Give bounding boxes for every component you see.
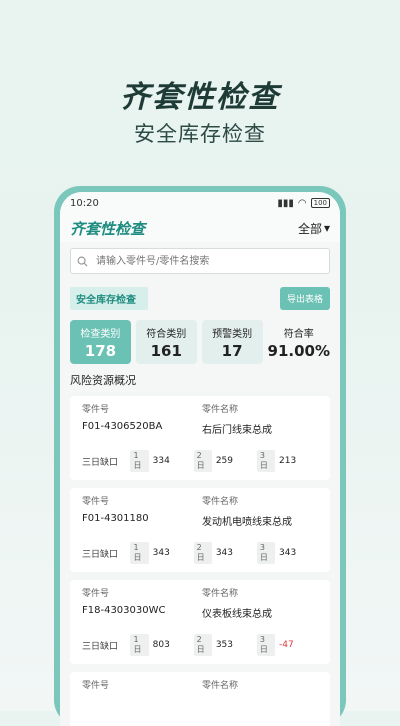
list-item[interactable]: 零件号 F18-4303030WC 零件名称 仪表板线束总成 三日缺口 1日 8…	[70, 580, 330, 664]
day2-value: 353	[215, 640, 234, 650]
gap-main-label: 三日缺口	[82, 549, 119, 560]
part-no-value: F01-4301180	[82, 513, 149, 524]
part-no-label: 零件号	[82, 497, 110, 507]
filter-dropdown[interactable]: 全部 ▾	[298, 220, 330, 237]
battery-icon: 100	[310, 198, 330, 208]
part-name-label: 零件名称	[202, 405, 239, 415]
promo-title: 齐套性检查	[120, 80, 280, 115]
stat-compliance-rate: 符合率 91.00%	[268, 320, 330, 364]
stat-label: 符合率	[283, 328, 314, 340]
stat-label: 检查类别	[80, 328, 121, 340]
list-item[interactable]: 零件号 F01-4306520BA 零件名称 右后门线束总成 三日缺口 1日 3…	[70, 396, 330, 480]
day2-tag: 2日	[193, 634, 212, 656]
search-input[interactable]	[94, 254, 298, 268]
search-icon	[77, 256, 88, 267]
stat-value: 91.00%	[267, 341, 331, 360]
stat-warning-categories[interactable]: 预警类别 17	[201, 320, 263, 364]
list-item[interactable]: 零件号 零件名称	[70, 672, 330, 726]
day1-tag: 1日	[130, 450, 149, 472]
app-screen: 10:20 ▮▮▮ ◠ 100 齐套性检查 全部 ▾ 安全库存检查 导出表格	[60, 192, 340, 726]
page-title: 齐套性检查	[70, 219, 146, 238]
stat-label: 预警类别	[212, 328, 253, 340]
stat-value: 178	[84, 341, 117, 360]
stat-compliant-categories[interactable]: 符合类别 161	[135, 320, 197, 364]
signal-icon: ▮▮▮	[277, 197, 294, 209]
part-no-label: 零件号	[82, 589, 110, 599]
app-header: 齐套性检查 全部 ▾	[60, 214, 340, 242]
gap-main-label: 三日缺口	[82, 641, 119, 652]
day3-value: -47	[279, 640, 294, 650]
gap-main-label: 三日缺口	[82, 457, 119, 468]
risk-section-title: 风险资源概况	[70, 374, 136, 387]
filter-label: 全部	[297, 221, 322, 236]
status-icons: ▮▮▮ ◠ 100	[277, 198, 330, 209]
export-button[interactable]: 导出表格	[279, 286, 330, 310]
stat-value: 161	[150, 341, 182, 360]
list-item[interactable]: 零件号 F01-4301180 零件名称 发动机电喷线束总成 三日缺口 1日 3…	[70, 488, 330, 572]
part-name-value: 仪表板线束总成	[202, 609, 272, 620]
day3-value: 213	[279, 456, 297, 466]
status-bar: 10:20 ▮▮▮ ◠ 100	[60, 192, 340, 214]
part-no-label: 零件号	[82, 681, 110, 691]
section-label: 安全库存检查	[70, 286, 148, 310]
stats-row: 检查类别 178 符合类别 161 预警类别 17 符合率 91.00%	[60, 320, 340, 364]
day3-value: 343	[279, 548, 297, 558]
phone-frame: 10:20 ▮▮▮ ◠ 100 齐套性检查 全部 ▾ 安全库存检查 导出表格	[54, 186, 346, 726]
day1-tag: 1日	[130, 542, 149, 564]
day3-tag: 3日	[256, 450, 276, 472]
day2-value: 343	[215, 548, 234, 558]
caret-down-icon: ▾	[323, 221, 330, 235]
part-no-label: 零件号	[82, 405, 110, 415]
day1-value: 334	[152, 456, 170, 466]
gap-row: 三日缺口 1日 343 2日 343 3日 343	[82, 542, 320, 564]
stat-value: 17	[221, 341, 243, 360]
part-no-value: F01-4306520BA	[82, 421, 163, 432]
promo-subtitle: 安全库存检查	[134, 122, 266, 146]
stat-check-categories[interactable]: 检查类别 178	[70, 320, 131, 364]
status-time: 10:20	[70, 197, 99, 209]
day1-value: 343	[152, 548, 170, 558]
day2-value: 259	[215, 456, 234, 466]
part-name-label: 零件名称	[202, 681, 239, 691]
part-name-label: 零件名称	[202, 497, 239, 507]
part-name-value: 发动机电喷线束总成	[202, 517, 292, 528]
search-box[interactable]	[70, 248, 330, 274]
section-row: 安全库存检查 导出表格	[60, 286, 340, 310]
gap-row: 三日缺口 1日 334 2日 259 3日 213	[82, 450, 320, 472]
stat-label: 符合类别	[146, 328, 187, 340]
day2-tag: 2日	[193, 450, 212, 472]
day1-tag: 1日	[130, 634, 149, 656]
gap-row: 三日缺口 1日 803 2日 353 3日 -47	[82, 634, 320, 656]
wifi-icon: ◠	[297, 197, 307, 209]
day3-tag: 3日	[256, 542, 276, 564]
part-name-label: 零件名称	[202, 589, 239, 599]
part-no-value: F18-4303030WC	[82, 605, 166, 616]
part-name-value: 右后门线束总成	[202, 425, 272, 436]
day2-tag: 2日	[193, 542, 212, 564]
day1-value: 803	[152, 640, 170, 650]
day3-tag: 3日	[256, 634, 276, 656]
